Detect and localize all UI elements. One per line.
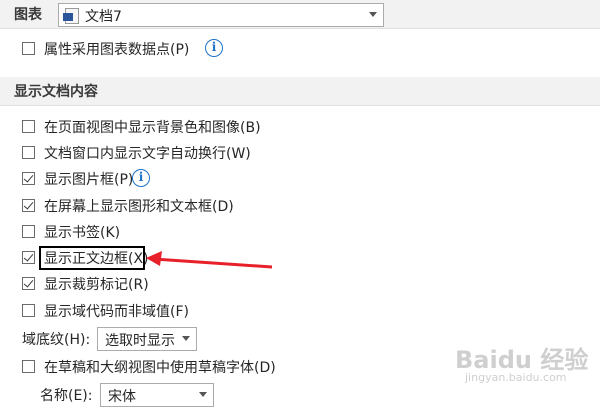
field-shading-label: 域底纹(H): xyxy=(22,332,91,348)
option-label: 文档窗口内显示文字自动换行(W) xyxy=(44,146,251,162)
chevron-down-icon xyxy=(369,12,377,17)
checkbox[interactable] xyxy=(22,225,35,238)
option-label: 显示图片框(P) xyxy=(44,172,134,188)
option-label: 属性采用图表数据点(P) xyxy=(44,42,190,58)
annotation-arrow-icon xyxy=(146,251,273,269)
chevron-down-icon xyxy=(182,336,190,341)
font-name-label: 名称(E): xyxy=(40,388,93,404)
word-document-icon xyxy=(63,8,79,24)
field-shading-select[interactable]: 选取时显示 xyxy=(97,327,197,351)
option-label: 显示域代码而非域值(F) xyxy=(44,304,189,320)
watermark: Baidu 经验 xyxy=(455,346,589,374)
option-label: 在屏幕上显示图形和文本框(D) xyxy=(44,199,234,215)
chevron-down-icon xyxy=(199,392,207,397)
checkbox-checked[interactable] xyxy=(22,172,35,185)
field-shading-value: 选取时显示 xyxy=(105,333,175,349)
checkbox[interactable] xyxy=(22,360,35,373)
option-label: 在草稿和大纲视图中使用草稿字体(D) xyxy=(44,360,276,376)
checkbox[interactable] xyxy=(22,304,35,317)
display-section-header: 显示文档内容 xyxy=(0,77,600,106)
checkbox[interactable] xyxy=(22,146,35,159)
checkbox[interactable] xyxy=(22,120,35,133)
font-name-select[interactable]: 宋体 xyxy=(100,383,214,407)
checkbox-checked[interactable] xyxy=(22,251,35,264)
info-icon[interactable]: i xyxy=(132,169,150,187)
option-label: 显示书签(K) xyxy=(44,225,121,241)
checkbox[interactable] xyxy=(22,42,35,55)
checkbox-checked[interactable] xyxy=(22,277,35,290)
document-select-value: 文档7 xyxy=(85,9,122,25)
annotation-highlight-box xyxy=(39,246,145,270)
font-name-value: 宋体 xyxy=(108,389,136,405)
display-section-title: 显示文档内容 xyxy=(14,84,98,100)
info-icon[interactable]: i xyxy=(205,39,223,57)
watermark-subtext: jingyan.baidu.com xyxy=(465,371,567,384)
checkbox-checked[interactable] xyxy=(22,199,35,212)
document-select[interactable]: 文档7 xyxy=(58,3,384,27)
chart-section-label: 图表 xyxy=(14,7,42,23)
option-label: 在页面视图中显示背景色和图像(B) xyxy=(44,120,261,136)
option-label: 显示裁剪标记(R) xyxy=(44,277,149,293)
